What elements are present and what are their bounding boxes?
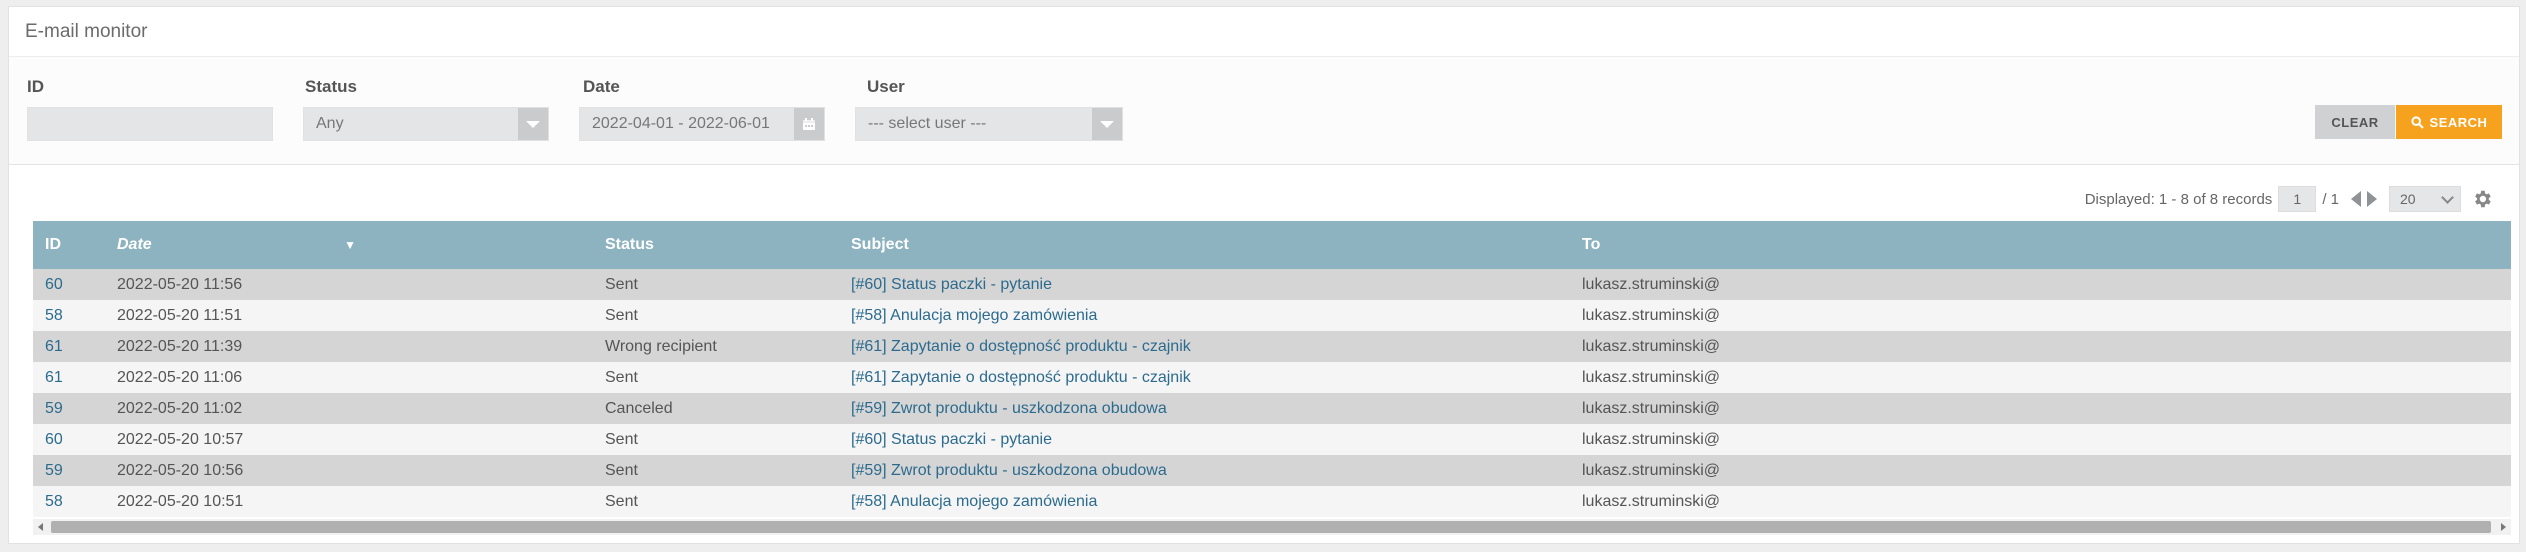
chevron-down-icon[interactable]: [518, 108, 548, 140]
table-header-row: ID Date ▼ Status Subject To: [33, 221, 2511, 269]
date-filter: Date: [583, 77, 620, 99]
cell-to: lukasz.struminski@: [1582, 337, 1721, 355]
cell-to: lukasz.struminski@: [1582, 430, 1721, 448]
col-subject-header[interactable]: Subject: [839, 221, 1570, 269]
cell-id[interactable]: 60: [33, 424, 105, 455]
cell-subject[interactable]: [#61] Zapytanie o dostępność produktu - …: [839, 331, 1570, 362]
cell-id[interactable]: 59: [33, 393, 105, 424]
cell-id[interactable]: 58: [33, 300, 105, 331]
cell-id[interactable]: 61: [33, 362, 105, 393]
cell-subject[interactable]: [#61] Zapytanie o dostępność produktu - …: [839, 362, 1570, 393]
date-filter-label: Date: [583, 77, 620, 96]
cell-subject[interactable]: [#59] Zwrot produktu - uszkodzona obudow…: [839, 455, 1570, 486]
email-table: ID Date ▼ Status Subject To 60 2022-05-20…: [33, 221, 2511, 517]
table-row[interactable]: 59 2022-05-20 10:56 Sent [#59] Zwrot produk…: [33, 455, 2511, 486]
id-filter-label: ID: [27, 77, 44, 96]
chevron-down-icon[interactable]: [1092, 108, 1122, 140]
sort-desc-icon: ▼: [344, 238, 357, 252]
date-range-input[interactable]: 2022-04-01 - 2022-06-01: [579, 107, 825, 141]
cell-status: Sent: [605, 492, 638, 510]
id-input[interactable]: [27, 107, 273, 141]
col-date-label: Date: [117, 236, 152, 253]
cell-date: 2022-05-20 11:06: [117, 368, 243, 386]
cell-date: 2022-05-20 11:56: [117, 275, 243, 293]
cell-subject[interactable]: [#59] Zwrot produktu - uszkodzona obudow…: [839, 393, 1570, 424]
records-count: Displayed: 1 - 8 of 8 records: [2084, 190, 2273, 208]
per-page-value: 20: [2400, 191, 2416, 207]
cell-subject[interactable]: [#58] Anulacja mojego zamówienia: [839, 486, 1570, 517]
scrollbar-thumb[interactable]: [51, 521, 2491, 533]
date-range-value: 2022-04-01 - 2022-06-01: [592, 115, 770, 132]
user-select-value: --- select user ---: [868, 115, 987, 132]
scroll-right-icon[interactable]: [2501, 523, 2506, 531]
table-row[interactable]: 58 2022-05-20 10:51 Sent [#58] Anulacja moj…: [33, 486, 2511, 517]
cell-date: 2022-05-20 11:51: [117, 306, 243, 324]
horizontal-scrollbar[interactable]: [33, 519, 2511, 535]
col-date-header[interactable]: Date ▼: [105, 221, 593, 269]
status-select[interactable]: Any: [303, 107, 549, 141]
cell-status: Sent: [605, 275, 638, 293]
cell-id[interactable]: 60: [33, 269, 105, 300]
user-select[interactable]: --- select user ---: [855, 107, 1123, 141]
cell-id[interactable]: 58: [33, 486, 105, 517]
cell-status: Wrong recipient: [605, 337, 717, 355]
cell-date: 2022-05-20 11:39: [117, 337, 243, 355]
cell-to: lukasz.struminski@: [1582, 492, 1721, 510]
status-select-value: Any: [316, 115, 344, 132]
col-status-header[interactable]: Status: [593, 221, 839, 269]
cell-id[interactable]: 59: [33, 455, 105, 486]
cell-status: Sent: [605, 461, 638, 479]
table-row[interactable]: 59 2022-05-20 11:02 Canceled [#59] Zwrot pr…: [33, 393, 2511, 424]
cell-status: Sent: [605, 306, 638, 324]
table-row[interactable]: 60 2022-05-20 11:56 Sent [#60] Status paczk…: [33, 269, 2511, 300]
cell-to: lukasz.struminski@: [1582, 368, 1721, 386]
table-row[interactable]: 60 2022-05-20 10:57 Sent [#60] Status paczk…: [33, 424, 2511, 455]
cell-date: 2022-05-20 10:57: [117, 430, 244, 448]
user-filter: User: [867, 77, 905, 99]
next-page-icon[interactable]: [2367, 191, 2377, 207]
prev-page-icon[interactable]: [2351, 191, 2361, 207]
email-monitor-panel: E-mail monitor ID Status Any Date 2022-0…: [8, 6, 2520, 544]
status-filter-label: Status: [305, 77, 357, 96]
search-button[interactable]: SEARCH: [2396, 105, 2502, 139]
search-icon: [2410, 115, 2424, 129]
cell-subject[interactable]: [#60] Status paczki - pytanie: [839, 424, 1570, 455]
cell-subject[interactable]: [#58] Anulacja mojego zamówienia: [839, 300, 1570, 331]
cell-status: Sent: [605, 430, 638, 448]
cell-id[interactable]: 61: [33, 331, 105, 362]
scroll-left-icon[interactable]: [38, 523, 43, 531]
search-button-label: SEARCH: [2429, 114, 2488, 130]
cell-date: 2022-05-20 10:51: [117, 492, 244, 510]
col-to-header[interactable]: To: [1570, 221, 2511, 269]
cell-to: lukasz.struminski@: [1582, 461, 1721, 479]
total-pages: / 1: [2322, 190, 2339, 208]
status-filter: Status: [305, 77, 357, 99]
page-title: E-mail monitor: [25, 21, 148, 42]
table-row[interactable]: 61 2022-05-20 11:06 Sent [#61] Zapytanie o …: [33, 362, 2511, 393]
cell-date: 2022-05-20 10:56: [117, 461, 244, 479]
cell-subject[interactable]: [#60] Status paczki - pytanie: [839, 269, 1570, 300]
chevron-down-icon: [2441, 191, 2454, 204]
page-number-input[interactable]: 1: [2278, 186, 2317, 212]
clear-button[interactable]: CLEAR: [2315, 105, 2395, 139]
filter-bar: ID Status Any Date 2022-04-01 - 2022-06-…: [9, 57, 2519, 165]
pagination: Displayed: 1 - 8 of 8 records 1 / 1 20: [2085, 185, 2493, 213]
calendar-icon[interactable]: [794, 108, 824, 140]
id-filter: ID: [27, 77, 44, 99]
cell-date: 2022-05-20 11:02: [117, 399, 243, 417]
user-filter-label: User: [867, 77, 905, 96]
cell-to: lukasz.struminski@: [1582, 306, 1721, 324]
table-row[interactable]: 58 2022-05-20 11:51 Sent [#58] Anulacja moj…: [33, 300, 2511, 331]
cell-to: lukasz.struminski@: [1582, 275, 1721, 293]
gear-icon[interactable]: [2471, 188, 2493, 210]
cell-to: lukasz.struminski@: [1582, 399, 1721, 417]
cell-status: Sent: [605, 368, 638, 386]
per-page-select[interactable]: 20: [2389, 186, 2461, 212]
cell-status: Canceled: [605, 399, 673, 417]
table-row[interactable]: 61 2022-05-20 11:39 Wrong recipient [#61] Z…: [33, 331, 2511, 362]
col-id-header[interactable]: ID: [33, 221, 105, 269]
